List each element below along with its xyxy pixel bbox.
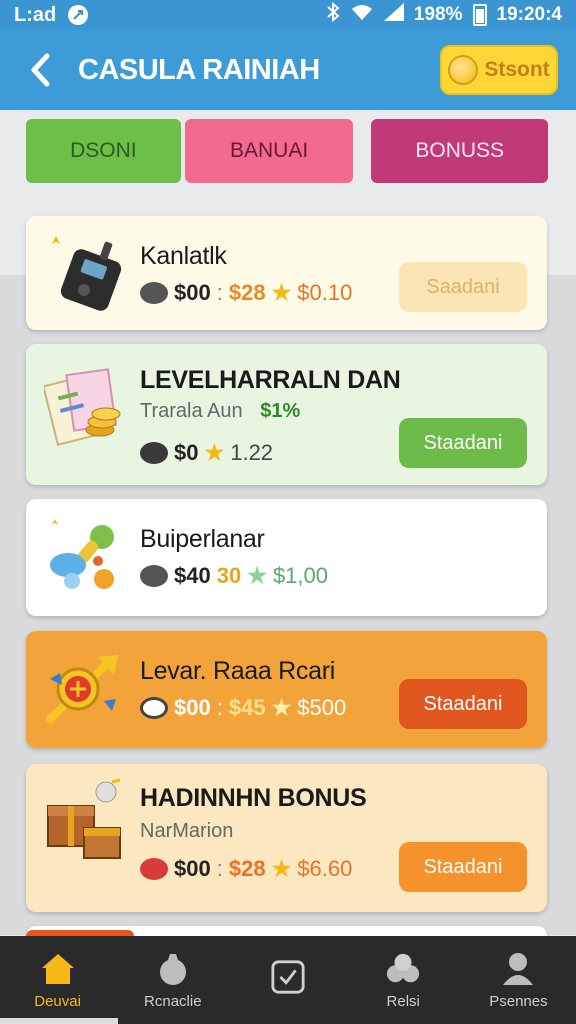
- item-bonus-percent: $1%: [260, 400, 301, 422]
- item-title: LEVELHARRALN DAN: [140, 366, 401, 394]
- item-title: Kanlatlk: [140, 242, 227, 270]
- person-icon: [500, 951, 536, 987]
- page-title: CASULA RAINIAH: [78, 53, 320, 86]
- item-subtitle: NarMarion: [140, 820, 234, 842]
- star-icon: ★: [247, 563, 267, 588]
- nav-item-tasks[interactable]: [230, 936, 345, 1024]
- item-separator: :: [216, 695, 223, 720]
- carrier-label: L:ad: [14, 3, 57, 26]
- bottom-navigation: Deuvai Rcnaclie Relsi Psennes: [0, 936, 576, 1024]
- item-action-button[interactable]: Staadani: [399, 679, 527, 729]
- group-icon: [385, 951, 421, 987]
- star-icon: ★: [271, 280, 292, 305]
- dice-icon: [140, 442, 168, 464]
- item-title: HADINNHN BONUS: [140, 784, 367, 812]
- item-old-price: $45: [228, 695, 266, 720]
- item-stats: $00 : $28 ★ $0.10: [140, 280, 352, 306]
- app-header: CASULA RAINIAH Stsont: [0, 30, 576, 110]
- check-square-icon: [270, 959, 306, 995]
- item-rating: 1.22: [230, 440, 274, 465]
- signal-icon: [383, 3, 404, 27]
- nav-item-psennes[interactable]: Psennes: [461, 936, 576, 1024]
- item-action-button[interactable]: Staadani: [399, 418, 527, 468]
- battery-icon: [472, 4, 487, 26]
- home-icon: [40, 951, 76, 987]
- item-price: $40: [174, 563, 211, 588]
- back-button[interactable]: [20, 50, 60, 90]
- item-stats: $00 : $45 ★ $500: [140, 695, 346, 721]
- tab-dsoni[interactable]: DSONI: [26, 119, 181, 183]
- star-icon: ★: [271, 856, 292, 881]
- walkie-talkie-icon: [44, 232, 124, 312]
- rattle-toy-icon: [44, 517, 124, 597]
- arrow-badge-icon: [44, 649, 124, 729]
- chevron-left-icon: [31, 53, 50, 87]
- tab-bonuss[interactable]: BONUSS: [371, 119, 549, 183]
- nav-item-rcnaclie[interactable]: Rcnaclie: [115, 936, 230, 1024]
- nav-label: Rcnaclie: [144, 992, 202, 1010]
- star-icon: ★: [271, 695, 292, 720]
- item-stats: $40 30 ★ $1,00: [140, 563, 328, 589]
- treasure-chest-icon: [44, 778, 124, 859]
- paw-icon: [140, 565, 168, 587]
- list-item[interactable]: LEVELHARRALN DAN Trarala Aun $1% $0 ★ 1.…: [26, 344, 547, 485]
- item-old-price: 30: [216, 563, 242, 588]
- nav-label: Deuvai: [34, 992, 81, 1010]
- item-title: Levar. Raaa Rcari: [140, 657, 335, 685]
- item-price: $0: [174, 440, 199, 465]
- tab-banuai[interactable]: BANUAI: [184, 119, 354, 183]
- navigation-icon: [68, 5, 89, 25]
- item-new-price: $500: [297, 695, 347, 720]
- item-subtitle-text: Trarala Aun: [140, 400, 243, 422]
- item-price: $00: [174, 856, 211, 881]
- item-old-price: $28: [228, 280, 266, 305]
- battery-percent: 198%: [413, 4, 463, 25]
- item-new-price: $1,00: [272, 563, 328, 588]
- item-price: $00: [174, 280, 211, 305]
- home-indicator: [0, 1018, 118, 1024]
- bag-icon: [155, 951, 191, 987]
- start-button[interactable]: Stsont: [440, 45, 558, 95]
- nav-item-relsi[interactable]: Relsi: [346, 936, 461, 1024]
- item-separator: :: [216, 856, 223, 881]
- item-stats: $00 : $28 ★ $6.60: [140, 856, 352, 882]
- chat-bubble-icon: [140, 697, 168, 719]
- coin-icon: [448, 55, 479, 85]
- paw-icon: [140, 282, 168, 304]
- list-item[interactable]: Buiperlanar $40 30 ★ $1,00: [26, 499, 547, 616]
- status-bar: L:ad 198% 19:20:4: [0, 0, 576, 30]
- item-stats: $0 ★ 1.22: [140, 440, 273, 466]
- coupon-coins-icon: [42, 366, 124, 446]
- item-action-button[interactable]: Staadani: [399, 842, 527, 892]
- item-new-price: $6.60: [297, 856, 353, 881]
- item-action-button[interactable]: Saadani: [399, 262, 527, 312]
- list-item[interactable]: Levar. Raaa Rcari $00 : $45 ★ $500 Staad…: [26, 631, 547, 748]
- nav-label: Relsi: [386, 992, 420, 1010]
- nav-label: Psennes: [489, 992, 548, 1010]
- item-separator: :: [216, 280, 223, 305]
- star-icon: ★: [204, 440, 225, 465]
- start-button-label: Stsont: [484, 58, 550, 81]
- list-item[interactable]: HADINNHN BONUS NarMarion $00 : $28 ★ $6.…: [26, 764, 547, 912]
- category-tabs: DSONI BANUAI BONUSS: [26, 119, 549, 183]
- bluetooth-icon: [326, 1, 340, 28]
- nav-item-home[interactable]: Deuvai: [0, 936, 115, 1024]
- item-old-price: $28: [228, 856, 266, 881]
- clock: 19:20:4: [496, 4, 563, 25]
- wifi-icon: [350, 3, 374, 27]
- list-item[interactable]: Kanlatlk $00 : $28 ★ $0.10 Saadani: [26, 216, 547, 330]
- item-price: $00: [174, 695, 211, 720]
- item-title: Buiperlanar: [140, 525, 265, 553]
- item-subtitle: Trarala Aun $1%: [140, 400, 300, 423]
- item-new-price: $0.10: [297, 280, 353, 305]
- heart-icon: [140, 858, 168, 880]
